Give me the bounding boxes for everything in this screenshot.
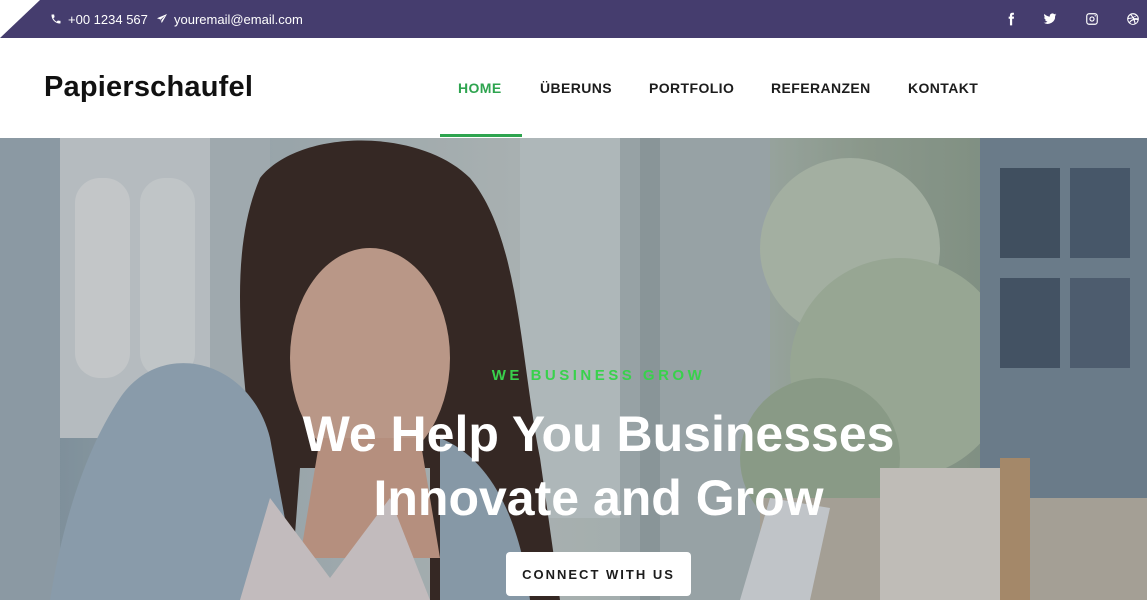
facebook-icon[interactable] [1004,0,1018,38]
nav-item-home[interactable]: HOME [458,38,502,138]
twitter-icon[interactable] [1043,0,1057,38]
phone-icon [51,14,61,24]
top-bar-notch [0,0,40,38]
connect-with-us-button[interactable]: CONNECT WITH US [506,552,691,596]
paper-plane-icon [157,14,167,23]
hero-headline: We Help You Businesses Innovate and Grow [0,402,1147,530]
nav-item-kontakt[interactable]: KONTAKT [908,38,978,138]
nav-item-ueberuns[interactable]: ÜBERUNS [540,38,612,138]
hero-headline-line-2: Innovate and Grow [373,470,824,526]
top-bar: +00 1234 567 youremail@email.com [0,0,1147,38]
instagram-icon[interactable] [1085,0,1099,38]
phone-contact[interactable]: +00 1234 567 [50,0,148,38]
hero-headline-line-1: We Help You Businesses [302,406,895,462]
phone-number: +00 1234 567 [68,11,148,27]
nav-active-underline [440,134,522,137]
brand-logo[interactable]: Papierschaufel [44,71,253,104]
email-contact[interactable]: youremail@email.com [156,0,303,38]
dribbble-icon[interactable] [1126,0,1140,38]
email-address: youremail@email.com [174,11,303,27]
nav-item-portfolio[interactable]: PORTFOLIO [649,38,734,138]
hero-tagline: WE BUSINESS GROW [491,367,706,384]
nav-item-referanzen[interactable]: REFERANZEN [771,38,871,138]
